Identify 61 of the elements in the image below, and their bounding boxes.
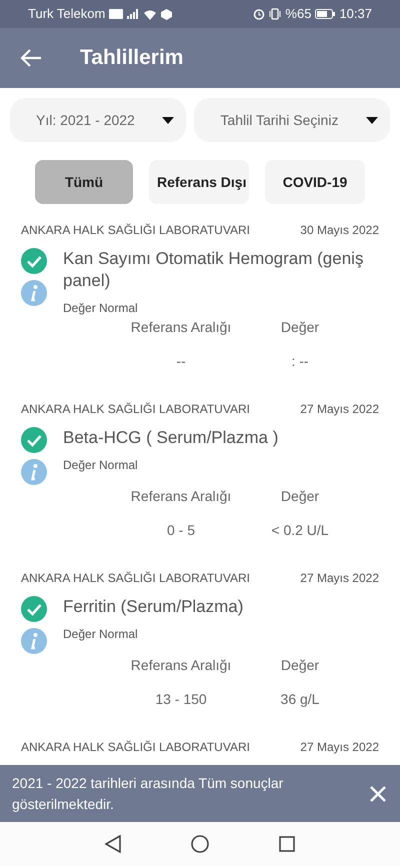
filter-chip[interactable]: Referans Dışı xyxy=(149,160,249,204)
result-value: 0 - 5 xyxy=(166,522,195,538)
home-button[interactable] xyxy=(191,835,209,853)
recents-button[interactable] xyxy=(279,836,295,852)
result-value: 13 - 150 xyxy=(155,691,207,707)
info-icon xyxy=(21,280,47,306)
dropdown[interactable]: Yıl: 2021 - 2022 xyxy=(10,98,186,142)
status-text: Değer Normal xyxy=(63,300,139,316)
filter-chip[interactable]: Tümü xyxy=(35,160,133,204)
square-icon xyxy=(279,836,295,852)
wifi-icon xyxy=(143,8,158,20)
column-heading: Değer xyxy=(280,319,320,335)
snackbar-message: 2021 - 2022 tarihleri arasında Tüm sonuçlar gösterilmektedir. xyxy=(12,774,284,814)
column-heading: Değer xyxy=(280,657,320,673)
caret-icon xyxy=(162,116,174,124)
column-heading: Referans Aralığı xyxy=(130,657,232,673)
test-name: Ferritin (Serum/Plazma) xyxy=(63,596,244,618)
info-icon xyxy=(21,628,47,654)
result-value: : -- xyxy=(291,353,309,369)
check-icon xyxy=(21,248,47,274)
lab-name: ANKARA HALK SAĞLIĞI LABORATUVARI xyxy=(21,401,250,418)
status-text: Değer Normal xyxy=(63,457,139,473)
result-date: 27 Mayıs 2022 xyxy=(300,401,379,418)
page-title: Tahlillerim xyxy=(80,45,184,71)
triangle-icon xyxy=(105,835,121,853)
result-value: 36 g/L xyxy=(280,691,320,707)
close-icon xyxy=(370,786,386,802)
caret-icon xyxy=(366,116,378,124)
battery-icon xyxy=(315,9,336,19)
lab-name: ANKARA HALK SAĞLIĞI LABORATUVARI xyxy=(21,570,250,587)
result-date: 30 Mayıs 2022 xyxy=(300,222,379,239)
nav-back-button[interactable] xyxy=(105,835,121,853)
hd-icon xyxy=(109,9,124,19)
battery-percent: %65 xyxy=(285,5,312,24)
result-date: 27 Mayıs 2022 xyxy=(300,739,379,756)
status-text: Değer Normal xyxy=(63,626,139,642)
clock-time: 10:37 xyxy=(339,5,372,24)
column-heading: Referans Aralığı xyxy=(130,488,232,504)
carrier-name: Turk Telekom xyxy=(28,5,106,24)
info-icon xyxy=(21,459,47,485)
back-button[interactable] xyxy=(20,48,42,68)
column-heading: Referans Aralığı xyxy=(130,319,232,335)
result-date: 27 Mayıs 2022 xyxy=(300,570,379,587)
filter-chip[interactable]: COVID-19 xyxy=(265,160,365,204)
lab-name: ANKARA HALK SAĞLIĞI LABORATUVARI xyxy=(21,739,250,756)
test-name: Beta-HCG ( Serum/Plazma ) xyxy=(63,427,280,449)
cube-icon xyxy=(161,8,172,20)
dropdown[interactable]: Tahlil Tarihi Seçiniz xyxy=(194,98,390,142)
result-value: < 0.2 U/L xyxy=(271,522,329,538)
circle-icon xyxy=(191,835,209,853)
check-icon xyxy=(21,596,47,622)
vibrate-icon xyxy=(269,8,282,20)
alarm-icon xyxy=(253,8,266,20)
result-value: -- xyxy=(176,353,186,369)
lab-name: ANKARA HALK SAĞLIĞI LABORATUVARI xyxy=(21,222,250,239)
close-button[interactable] xyxy=(370,786,386,802)
back-arrow-icon xyxy=(20,48,42,68)
column-heading: Değer xyxy=(280,488,320,504)
test-name: Kan Sayımı Otomatik Hemogram (geniş panel) xyxy=(63,248,364,292)
signal-icon xyxy=(127,9,140,19)
check-icon xyxy=(21,427,47,453)
